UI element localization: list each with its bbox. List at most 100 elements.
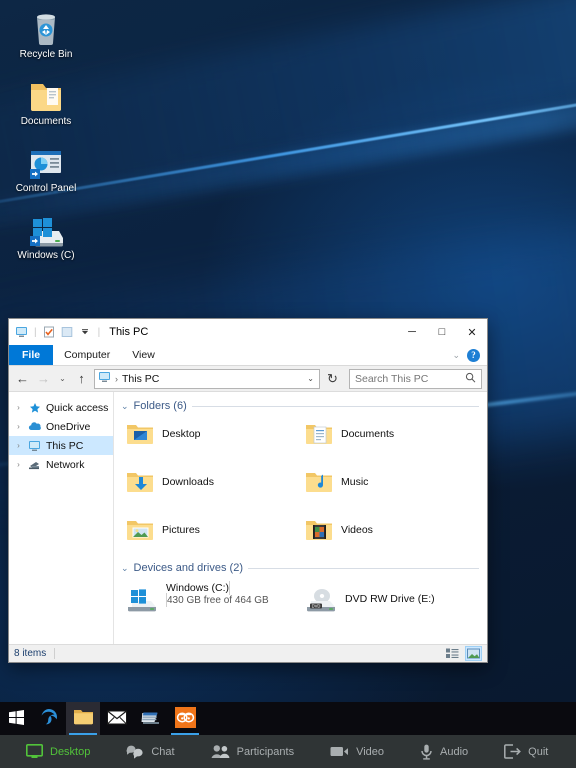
- address-dropdown-icon[interactable]: ⌄: [307, 374, 314, 383]
- file-explorer-window[interactable]: | | This PC ─ □ ✕ File Computer View ⌄ ?…: [8, 318, 488, 663]
- meeting-control-bar[interactable]: Desktop Chat Participants Video Audio Qu…: [0, 735, 576, 768]
- control-chat[interactable]: Chat: [126, 744, 188, 759]
- file-explorer-button[interactable]: [66, 702, 100, 735]
- control-video[interactable]: Video: [330, 745, 398, 758]
- navigation-bar[interactable]: ← → ⌄ ↑ › This PC ⌄ ↻: [9, 366, 487, 391]
- sidebar-item-this-pc[interactable]: › This PC: [9, 436, 113, 455]
- drive-name: DVD RW Drive (E:): [345, 592, 435, 605]
- drive-item-windows-c[interactable]: Windows (C:) 430 GB free of 464 GB: [121, 578, 300, 618]
- control-desktop[interactable]: Desktop: [26, 744, 104, 759]
- app-button[interactable]: [168, 702, 202, 735]
- search-input[interactable]: [355, 372, 465, 385]
- video-camera-icon: [330, 745, 349, 758]
- control-quit[interactable]: Quit: [504, 744, 562, 759]
- close-button[interactable]: ✕: [457, 319, 487, 345]
- forward-button[interactable]: →: [35, 369, 52, 388]
- documents-folder-icon: [304, 419, 334, 449]
- properties-icon[interactable]: [42, 325, 57, 340]
- pictures-folder-icon: [125, 515, 155, 545]
- group-header-devices[interactable]: ⌄ Devices and drives (2): [121, 562, 479, 574]
- desktop-icon-recycle-bin[interactable]: Recycle Bin: [10, 6, 82, 62]
- taskbar[interactable]: [0, 702, 576, 735]
- this-pc-icon[interactable]: [14, 325, 29, 340]
- collapse-ribbon-icon[interactable]: ⌄: [452, 350, 460, 361]
- folder-item-downloads[interactable]: Downloads: [121, 464, 300, 500]
- edge-icon: [39, 707, 59, 730]
- group-title: Folders (6): [133, 400, 187, 412]
- tab-view[interactable]: View: [121, 345, 166, 365]
- exit-icon: [504, 744, 522, 759]
- toolbar-divider: |: [97, 326, 101, 338]
- expand-chevron-icon[interactable]: ›: [14, 403, 23, 412]
- start-button[interactable]: [0, 702, 32, 735]
- collapse-chevron-icon[interactable]: ⌄: [121, 401, 129, 412]
- search-box[interactable]: [349, 368, 482, 389]
- desktop-icon-control-panel[interactable]: Control Panel: [10, 140, 82, 196]
- expand-chevron-icon[interactable]: ›: [14, 460, 23, 469]
- ribbon-tabs[interactable]: File Computer View ⌄ ?: [9, 345, 487, 366]
- tab-computer[interactable]: Computer: [53, 345, 121, 365]
- group-title: Devices and drives (2): [133, 562, 243, 574]
- minimize-button[interactable]: ─: [397, 319, 427, 345]
- content-pane[interactable]: ⌄ Folders (6) Desktop Documents Download…: [114, 392, 487, 644]
- store-icon: [141, 708, 161, 729]
- drive-item-dvd[interactable]: DVD DVD RW Drive (E:): [300, 578, 479, 618]
- folder-item-desktop[interactable]: Desktop: [121, 416, 300, 452]
- window-title: This PC: [109, 326, 149, 338]
- sidebar-item-onedrive[interactable]: › OneDrive: [9, 417, 113, 436]
- navigation-pane[interactable]: › Quick access › OneDrive › This PC › Ne…: [9, 392, 114, 644]
- address-bar[interactable]: › This PC ⌄: [94, 368, 320, 389]
- sidebar-item-network[interactable]: › Network: [9, 455, 113, 474]
- new-folder-icon[interactable]: [60, 325, 75, 340]
- mail-icon: [107, 710, 127, 728]
- maximize-button[interactable]: □: [427, 319, 457, 345]
- folder-item-documents[interactable]: Documents: [300, 416, 479, 452]
- desktop-icon-label: Documents: [20, 116, 72, 127]
- large-icons-view-icon[interactable]: [465, 646, 482, 661]
- star-icon: [27, 402, 42, 414]
- edge-button[interactable]: [32, 702, 66, 735]
- desktop-icon-documents[interactable]: Documents: [10, 73, 82, 129]
- window-title-bar[interactable]: | | This PC ─ □ ✕: [9, 319, 487, 345]
- view-toggles[interactable]: [444, 646, 482, 661]
- window-body: › Quick access › OneDrive › This PC › Ne…: [9, 391, 487, 644]
- recycle-bin-icon: [10, 6, 82, 46]
- back-button[interactable]: ←: [14, 369, 31, 388]
- control-panel-icon: [10, 140, 82, 180]
- breadcrumb-label[interactable]: This PC: [122, 373, 159, 385]
- sidebar-item-quick-access[interactable]: › Quick access: [9, 398, 113, 417]
- control-participants[interactable]: Participants: [211, 744, 308, 759]
- quick-access-toolbar[interactable]: | |: [14, 325, 102, 340]
- window-controls[interactable]: ─ □ ✕: [397, 319, 487, 345]
- expand-chevron-icon[interactable]: ›: [14, 441, 23, 450]
- group-header-folders[interactable]: ⌄ Folders (6): [121, 400, 479, 412]
- recent-locations-button[interactable]: ⌄: [56, 369, 69, 388]
- up-button[interactable]: ↑: [73, 369, 90, 388]
- expand-chevron-icon[interactable]: ›: [14, 422, 23, 431]
- control-label: Desktop: [50, 745, 91, 758]
- toolbar-divider: |: [34, 326, 37, 338]
- desktop-icon-label: Control Panel: [15, 183, 77, 194]
- folder-name: Pictures: [162, 524, 200, 536]
- customize-dropdown-icon[interactable]: [78, 325, 93, 340]
- details-view-icon[interactable]: [444, 646, 461, 661]
- folder-item-videos[interactable]: Videos: [300, 512, 479, 548]
- sidebar-item-label: OneDrive: [46, 420, 91, 433]
- folder-item-music[interactable]: Music: [300, 464, 479, 500]
- help-icon[interactable]: ?: [467, 348, 480, 362]
- store-button[interactable]: [134, 702, 168, 735]
- mail-button[interactable]: [100, 702, 134, 735]
- breadcrumb-separator: ›: [115, 373, 118, 384]
- folder-name: Desktop: [162, 428, 201, 440]
- refresh-button[interactable]: ↻: [324, 369, 341, 388]
- breadcrumb[interactable]: › This PC: [98, 371, 159, 386]
- tab-file[interactable]: File: [9, 345, 54, 365]
- collapse-chevron-icon[interactable]: ⌄: [121, 563, 129, 574]
- status-bar: 8 items: [9, 644, 487, 662]
- folder-item-pictures[interactable]: Pictures: [121, 512, 300, 548]
- control-audio[interactable]: Audio: [420, 744, 482, 760]
- documents-folder-icon: [10, 73, 82, 113]
- divider: [54, 648, 56, 659]
- divider: [247, 567, 479, 569]
- desktop-icon-windows-c[interactable]: Windows (C): [10, 207, 82, 263]
